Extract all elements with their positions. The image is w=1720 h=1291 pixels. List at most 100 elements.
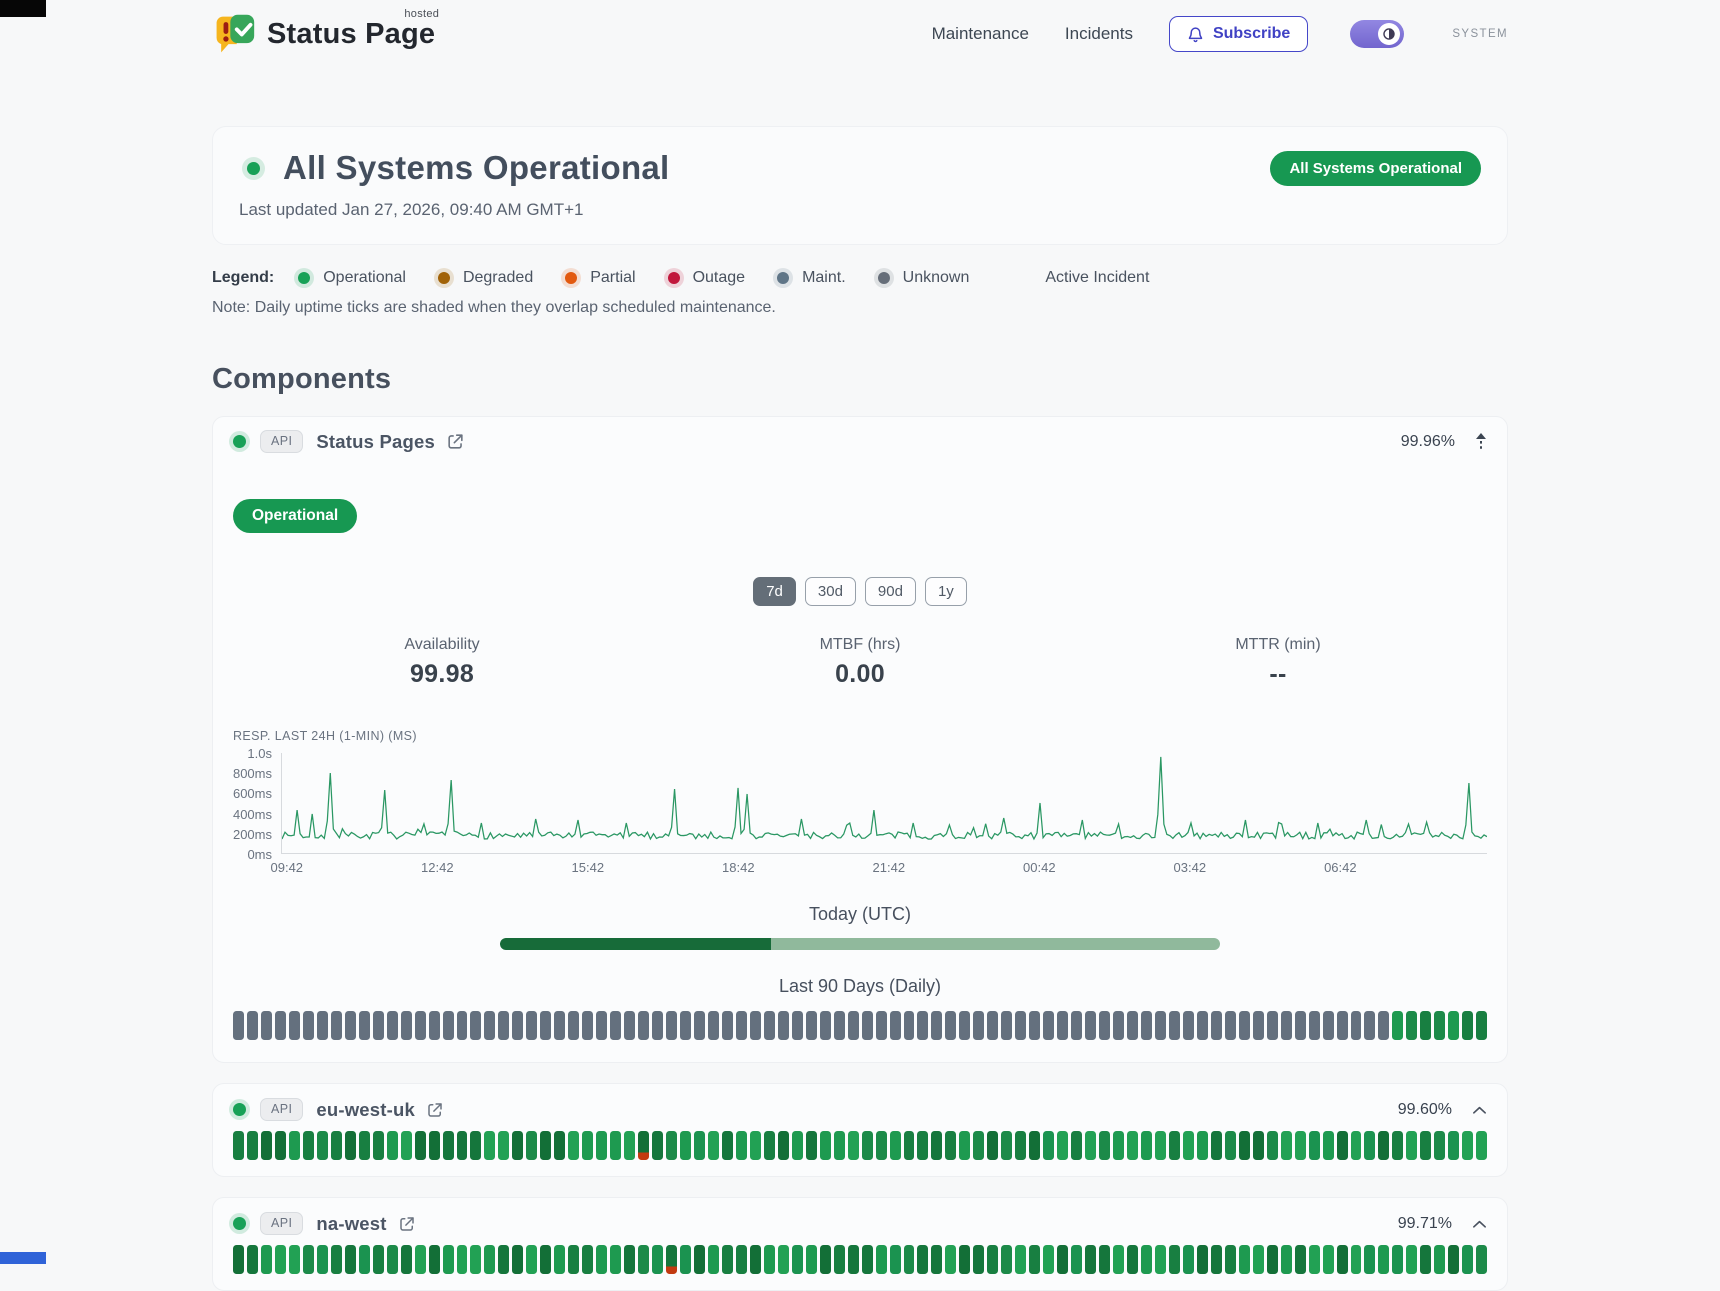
uptime-day-tick[interactable]	[1057, 1131, 1068, 1160]
uptime-day-tick[interactable]	[1001, 1131, 1012, 1160]
uptime-day-tick[interactable]	[1099, 1131, 1110, 1160]
uptime-day-tick[interactable]	[387, 1245, 398, 1274]
uptime-day-tick[interactable]	[1239, 1011, 1250, 1040]
external-link-icon[interactable]	[446, 432, 465, 451]
uptime-day-tick[interactable]	[512, 1011, 523, 1040]
uptime-day-tick[interactable]	[987, 1245, 998, 1274]
uptime-day-tick[interactable]	[1043, 1011, 1054, 1040]
uptime-day-tick[interactable]	[387, 1131, 398, 1160]
uptime-day-tick[interactable]	[764, 1131, 775, 1160]
uptime-day-tick[interactable]	[1337, 1245, 1348, 1274]
uptime-day-tick[interactable]	[792, 1245, 803, 1274]
uptime-day-tick[interactable]	[708, 1245, 719, 1274]
uptime-day-tick[interactable]	[303, 1131, 314, 1160]
uptime-day-tick[interactable]	[1351, 1131, 1362, 1160]
uptime-day-tick[interactable]	[1378, 1011, 1389, 1040]
uptime-day-tick[interactable]	[834, 1011, 845, 1040]
uptime-day-tick[interactable]	[1197, 1011, 1208, 1040]
uptime-day-tick[interactable]	[317, 1131, 328, 1160]
uptime-day-tick[interactable]	[1392, 1245, 1403, 1274]
uptime-day-tick[interactable]	[834, 1131, 845, 1160]
uptime-day-tick[interactable]	[666, 1011, 677, 1040]
uptime-day-tick[interactable]	[722, 1131, 733, 1160]
external-link-icon[interactable]	[398, 1215, 416, 1233]
range-button-1y[interactable]: 1y	[925, 577, 967, 606]
uptime-day-tick[interactable]	[1295, 1011, 1306, 1040]
uptime-day-tick[interactable]	[1015, 1011, 1026, 1040]
uptime-day-tick[interactable]	[596, 1245, 607, 1274]
uptime-day-tick[interactable]	[931, 1011, 942, 1040]
uptime-day-tick[interactable]	[443, 1131, 454, 1160]
collapse-button[interactable]	[1475, 432, 1487, 451]
uptime-day-tick[interactable]	[708, 1131, 719, 1160]
uptime-day-tick[interactable]	[778, 1011, 789, 1040]
uptime-day-tick[interactable]	[1281, 1011, 1292, 1040]
uptime-day-tick[interactable]	[959, 1011, 970, 1040]
subscribe-button[interactable]: Subscribe	[1169, 16, 1308, 52]
uptime-day-tick[interactable]	[1434, 1131, 1445, 1160]
uptime-day-tick[interactable]	[429, 1011, 440, 1040]
uptime-day-tick[interactable]	[931, 1131, 942, 1160]
uptime-day-tick[interactable]	[540, 1131, 551, 1160]
uptime-day-tick[interactable]	[722, 1011, 733, 1040]
uptime-day-tick[interactable]	[1001, 1245, 1012, 1274]
uptime-day-tick[interactable]	[764, 1245, 775, 1274]
uptime-day-tick[interactable]	[652, 1011, 663, 1040]
uptime-day-tick[interactable]	[638, 1245, 649, 1274]
uptime-day-tick[interactable]	[1225, 1245, 1236, 1274]
uptime-day-tick[interactable]	[261, 1011, 272, 1040]
uptime-day-tick[interactable]	[1281, 1131, 1292, 1160]
uptime-day-tick[interactable]	[904, 1245, 915, 1274]
uptime-day-tick[interactable]	[247, 1011, 258, 1040]
uptime-day-tick[interactable]	[415, 1245, 426, 1274]
uptime-day-tick[interactable]	[1071, 1011, 1082, 1040]
uptime-day-tick[interactable]	[1392, 1011, 1403, 1040]
uptime-day-tick[interactable]	[876, 1011, 887, 1040]
uptime-day-tick[interactable]	[1169, 1011, 1180, 1040]
uptime-day-tick[interactable]	[401, 1131, 412, 1160]
uptime-day-tick[interactable]	[275, 1131, 286, 1160]
uptime-day-tick[interactable]	[1211, 1011, 1222, 1040]
uptime-day-tick[interactable]	[778, 1245, 789, 1274]
uptime-day-tick[interactable]	[1155, 1131, 1166, 1160]
uptime-day-tick[interactable]	[1197, 1131, 1208, 1160]
uptime-day-tick[interactable]	[1281, 1245, 1292, 1274]
uptime-day-tick[interactable]	[1378, 1245, 1389, 1274]
uptime-day-tick[interactable]	[484, 1011, 495, 1040]
uptime-day-tick[interactable]	[820, 1011, 831, 1040]
uptime-day-tick[interactable]	[1448, 1011, 1459, 1040]
uptime-day-tick[interactable]	[540, 1011, 551, 1040]
uptime-day-tick[interactable]	[1085, 1011, 1096, 1040]
uptime-day-tick[interactable]	[443, 1011, 454, 1040]
range-button-30d[interactable]: 30d	[805, 577, 856, 606]
uptime-day-tick[interactable]	[401, 1011, 412, 1040]
uptime-day-tick[interactable]	[233, 1011, 244, 1040]
uptime-day-tick[interactable]	[1127, 1131, 1138, 1160]
uptime-day-tick[interactable]	[1434, 1245, 1445, 1274]
chart-plot-area[interactable]	[281, 753, 1487, 854]
uptime-day-tick[interactable]	[1295, 1131, 1306, 1160]
uptime-day-tick[interactable]	[1085, 1245, 1096, 1274]
uptime-day-tick[interactable]	[443, 1245, 454, 1274]
uptime-day-tick[interactable]	[1392, 1131, 1403, 1160]
uptime-day-tick[interactable]	[1155, 1245, 1166, 1274]
uptime-day-tick[interactable]	[554, 1011, 565, 1040]
uptime-day-tick[interactable]	[1141, 1011, 1152, 1040]
uptime-day-tick[interactable]	[596, 1131, 607, 1160]
uptime-day-tick[interactable]	[582, 1011, 593, 1040]
uptime-day-tick[interactable]	[526, 1131, 537, 1160]
uptime-day-tick[interactable]	[554, 1131, 565, 1160]
uptime-day-tick[interactable]	[1337, 1131, 1348, 1160]
uptime-day-tick[interactable]	[415, 1131, 426, 1160]
uptime-day-tick[interactable]	[457, 1011, 468, 1040]
uptime-day-tick[interactable]	[1309, 1011, 1320, 1040]
uptime-day-tick[interactable]	[1364, 1245, 1375, 1274]
uptime-day-tick[interactable]	[750, 1011, 761, 1040]
uptime-day-tick[interactable]	[568, 1131, 579, 1160]
uptime-day-tick[interactable]	[1476, 1131, 1487, 1160]
uptime-day-tick[interactable]	[1085, 1131, 1096, 1160]
uptime-day-tick[interactable]	[1267, 1011, 1278, 1040]
uptime-day-tick[interactable]	[736, 1245, 747, 1274]
uptime-day-tick[interactable]	[917, 1245, 928, 1274]
uptime-day-tick[interactable]	[1253, 1131, 1264, 1160]
